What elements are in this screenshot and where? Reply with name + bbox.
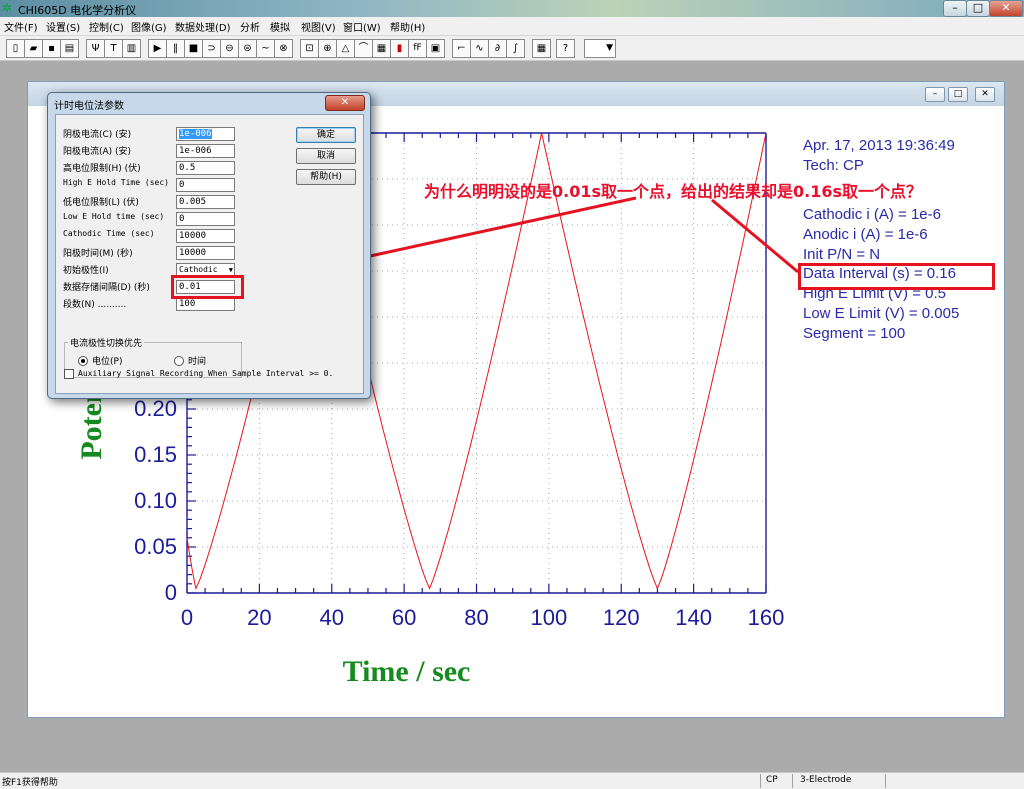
field-anodic-time[interactable]: 10000 xyxy=(176,246,235,260)
radio-potential[interactable] xyxy=(78,356,88,366)
dialog-close-button[interactable]: ✕ xyxy=(325,95,365,111)
dialog-title: 计时电位法参数 xyxy=(54,101,124,112)
label-high-e-hold: High E Hold Time (sec) xyxy=(63,178,169,187)
radio-time[interactable] xyxy=(174,356,184,366)
field-high-e-hold[interactable]: 0 xyxy=(176,178,235,192)
ok-button[interactable]: 确定 xyxy=(296,127,356,143)
annotation-line-right xyxy=(711,198,799,274)
dialog-body: 阴极电流(C) (安) 1e-006 阳极电流(A) (安) 1e-006 高电… xyxy=(55,114,364,394)
label-high-e-limit: 高电位限制(H) (伏) xyxy=(63,164,141,174)
status-separator xyxy=(885,774,886,788)
label-low-e-limit: 低电位限制(L) (伏) xyxy=(63,198,139,208)
status-electrode: 3-Electrode xyxy=(800,775,852,785)
field-cathodic-time[interactable]: 10000 xyxy=(176,229,235,243)
label-cathodic-time: Cathodic Time (sec) xyxy=(63,229,155,238)
field-segments[interactable]: 100 xyxy=(176,297,235,311)
aux-signal-checkbox[interactable] xyxy=(64,369,74,379)
chronopotentiometry-dialog: 计时电位法参数 ✕ 阴极电流(C) (安) 1e-006 阳极电流(A) (安)… xyxy=(47,92,371,399)
aux-signal-label: Auxiliary Signal Recording When Sample I… xyxy=(78,369,334,378)
label-sample-interval: 数据存储间隔(D) (秒) xyxy=(63,283,150,293)
status-bar: 按F1获得帮助 CP 3-Electrode xyxy=(0,772,1024,789)
label-segments: 段数(N) .......... xyxy=(63,300,127,310)
label-cathodic-current: 阴极电流(C) (安) xyxy=(63,130,132,140)
annotation-box-setting xyxy=(171,275,244,299)
label-anodic-time: 阳极时间(M) (秒) xyxy=(63,249,133,259)
radio-time-label: 时间 xyxy=(188,357,207,367)
help-button[interactable]: 帮助(H) xyxy=(296,169,356,185)
field-cathodic-current[interactable]: 1e-006 xyxy=(176,127,235,141)
radio-potential-label: 电位(P) xyxy=(92,357,123,367)
field-low-e-limit[interactable]: 0.005 xyxy=(176,195,235,209)
label-initial-polarity: 初始极性(I) xyxy=(63,266,109,276)
label-anodic-current: 阳极电流(A) (安) xyxy=(63,147,132,157)
status-help: 按F1获得帮助 xyxy=(2,778,58,788)
cancel-button[interactable]: 取消 xyxy=(296,148,356,164)
status-separator xyxy=(760,774,761,788)
field-high-e-limit[interactable]: 0.5 xyxy=(176,161,235,175)
field-anodic-current[interactable]: 1e-006 xyxy=(176,144,235,158)
status-separator xyxy=(792,774,793,788)
label-low-e-hold: Low E Hold time (sec) xyxy=(63,212,165,221)
field-low-e-hold[interactable]: 0 xyxy=(176,212,235,226)
status-tech: CP xyxy=(766,775,778,785)
group-title: 电流极性切换优先 xyxy=(68,336,145,349)
